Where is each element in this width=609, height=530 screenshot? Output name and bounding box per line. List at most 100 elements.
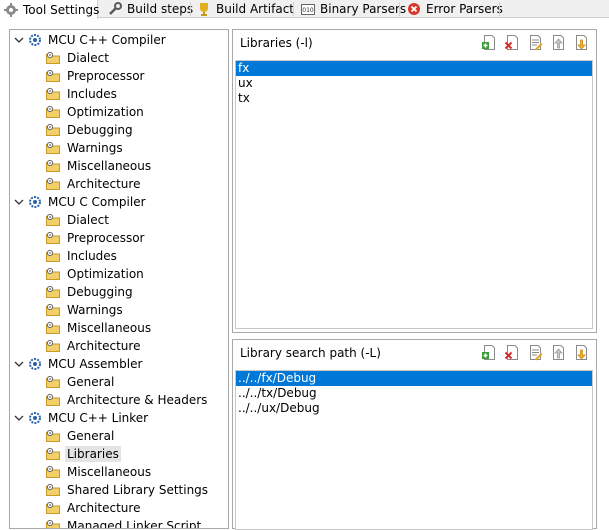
search-path-toolbar (481, 344, 590, 361)
tree-item[interactable]: Optimization (46, 103, 146, 121)
tree-item[interactable]: Miscellaneous (46, 157, 153, 175)
list-item[interactable]: ../../fx/Debug (236, 371, 592, 386)
move-down-icon[interactable] (573, 344, 590, 361)
tree-group[interactable]: MCU C++ Linker (14, 409, 150, 427)
tree-item[interactable]: Warnings (46, 139, 125, 157)
tree-item-label: Optimization (67, 267, 144, 281)
tab-tool-settings[interactable]: Tool Settings (0, 0, 100, 19)
binary-icon: 010 (301, 4, 315, 15)
tree-group[interactable]: MCU Assembler (14, 355, 144, 373)
tree-item[interactable]: Includes (46, 247, 119, 265)
tree-item[interactable]: Warnings (46, 301, 125, 319)
settings-folder-icon (46, 177, 60, 190)
tree-item[interactable]: General (46, 373, 116, 391)
tree-item-label: Libraries (65, 446, 121, 462)
library-search-path-panel: Library search path (-L) ../../fx/Debug.… (232, 339, 597, 530)
settings-folder-icon (46, 105, 60, 118)
tree-item[interactable]: Managed Linker Script (46, 517, 203, 528)
settings-folder-icon (46, 285, 60, 298)
tree-item[interactable]: Debugging (46, 121, 135, 139)
tree-item[interactable]: Includes (46, 85, 119, 103)
tab-label: Tool Settings (23, 2, 100, 17)
list-item[interactable]: ../../tx/Debug (236, 386, 592, 401)
tree-item-label: Dialect (67, 213, 109, 227)
list-item[interactable]: ../../ux/Debug (236, 401, 592, 416)
move-up-icon[interactable] (550, 34, 567, 51)
list-item[interactable]: fx (236, 61, 592, 76)
settings-folder-icon (46, 429, 60, 442)
search-path-list[interactable]: ../../fx/Debug ../../tx/Debug ../../ux/Deb… (235, 370, 593, 530)
tree-item-label: Warnings (67, 303, 123, 317)
tree-item[interactable]: Architecture (46, 337, 142, 355)
chevron-down-icon[interactable] (14, 197, 24, 207)
tree-item[interactable]: Dialect (46, 211, 111, 229)
tree-item-label: Miscellaneous (67, 321, 152, 335)
tree-item-label: Preprocessor (67, 69, 145, 83)
tree-item[interactable]: Miscellaneous (46, 463, 153, 481)
list-item[interactable]: ux (236, 76, 592, 91)
tree-item[interactable]: Optimization (46, 265, 146, 283)
delete-icon[interactable] (504, 344, 521, 361)
tree-item[interactable]: Architecture (46, 499, 142, 517)
settings-folder-icon (46, 51, 60, 64)
list-item[interactable]: tx (236, 91, 592, 106)
tree-item-label: Optimization (67, 105, 144, 119)
tab-label: Binary Parsers (320, 2, 407, 16)
chevron-down-icon[interactable] (14, 413, 24, 423)
tab-bar: Tool Settings Build steps Build Artifact… (0, 0, 609, 19)
settings-folder-icon (46, 267, 60, 280)
tree-item-label: Shared Library Settings (67, 483, 209, 497)
tree-item[interactable]: Architecture & Headers (46, 391, 209, 409)
tree-item[interactable]: Architecture (46, 175, 142, 193)
tab-build-steps[interactable]: Build steps (104, 0, 193, 18)
settings-folder-icon (46, 501, 60, 514)
settings-folder-icon (46, 303, 60, 316)
tab-binary-parsers[interactable]: 010 Binary Parsers (297, 0, 406, 18)
tab-error-parsers[interactable]: Error Parsers (403, 0, 503, 18)
libraries-title: Libraries (-l) (240, 36, 313, 50)
tree-item[interactable]: Libraries (46, 445, 121, 463)
settings-folder-icon (46, 339, 60, 352)
tree-item-label: Architecture (67, 339, 141, 353)
tool-gear-icon (29, 34, 41, 46)
settings-folder-icon (46, 231, 60, 244)
tree-item[interactable]: Dialect (46, 49, 111, 67)
settings-folder-icon (46, 447, 60, 460)
tree-item-label: Dialect (67, 51, 109, 65)
tree-item-label: Architecture (67, 501, 141, 515)
tree-item[interactable]: Preprocessor (46, 229, 146, 247)
tree-item[interactable]: Shared Library Settings (46, 481, 210, 499)
error-icon (408, 3, 420, 15)
trophy-icon (200, 3, 208, 16)
tree-item[interactable]: Debugging (46, 283, 135, 301)
tree-item-label: Includes (67, 87, 117, 101)
svg-text:010: 010 (302, 7, 314, 14)
tree-group[interactable]: MCU C Compiler (14, 193, 148, 211)
tree-group[interactable]: MCU C++ Compiler (14, 31, 168, 49)
move-down-icon[interactable] (573, 34, 590, 51)
libraries-toolbar (481, 34, 590, 51)
settings-folder-icon (46, 519, 60, 528)
move-up-icon[interactable] (550, 344, 567, 361)
edit-icon[interactable] (527, 34, 544, 51)
libraries-list[interactable]: fx ux tx (235, 60, 593, 329)
settings-folder-icon (46, 393, 60, 406)
delete-icon[interactable] (504, 34, 521, 51)
tree-item-label: Preprocessor (67, 231, 145, 245)
tree-item-label: MCU Assembler (48, 357, 143, 371)
tree-item[interactable]: Preprocessor (46, 67, 146, 85)
tab-build-artifact[interactable]: Build Artifact (193, 0, 294, 18)
chevron-down-icon[interactable] (14, 35, 24, 45)
tree-item-label: General (67, 429, 115, 443)
settings-folder-icon (46, 321, 60, 334)
add-icon[interactable] (481, 344, 498, 361)
settings-folder-icon (46, 375, 60, 388)
add-icon[interactable] (481, 34, 498, 51)
tree-item[interactable]: Miscellaneous (46, 319, 153, 337)
chevron-down-icon[interactable] (14, 359, 24, 369)
tree-item[interactable]: General (46, 427, 116, 445)
tab-label: Error Parsers (426, 2, 503, 16)
tab-separator (499, 2, 500, 16)
tree-item-label: Miscellaneous (67, 159, 152, 173)
edit-icon[interactable] (527, 344, 544, 361)
